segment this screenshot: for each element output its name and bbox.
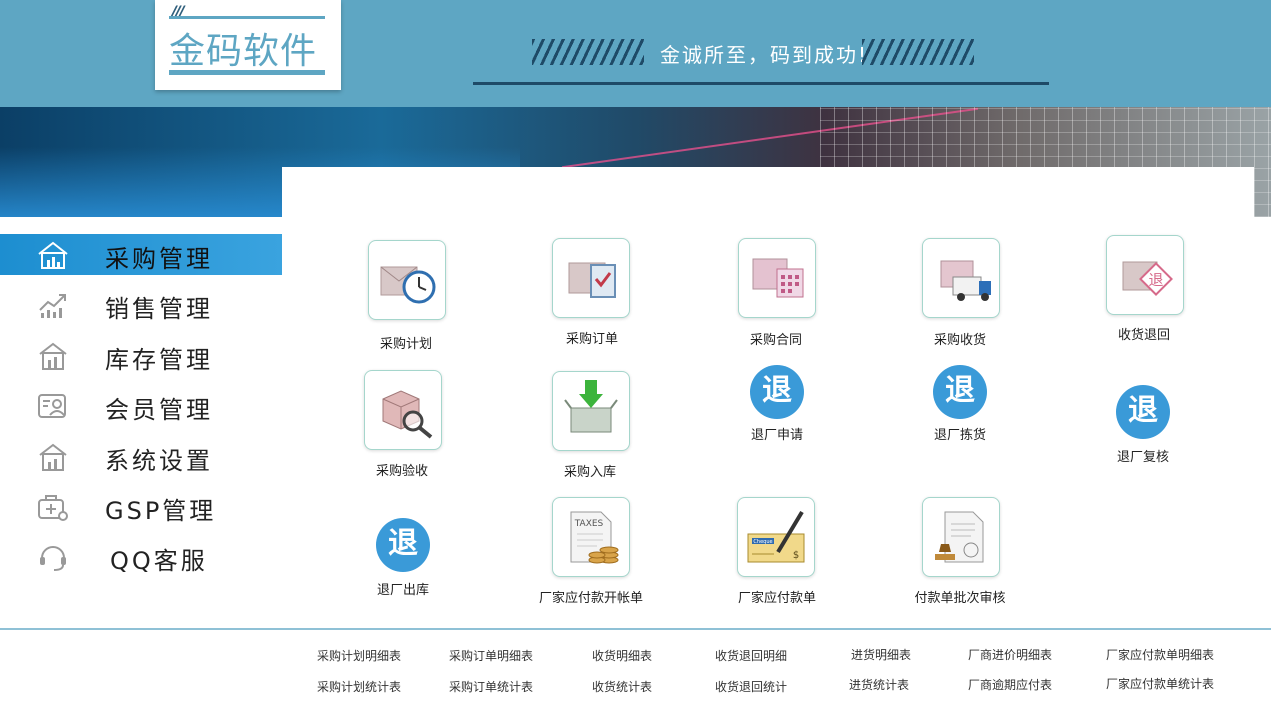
cheque-pen-icon: Cheque $ (737, 497, 815, 577)
module-label: 退厂申请 (750, 428, 803, 443)
medical-bag-icon (38, 495, 68, 521)
sidebar-item-settings[interactable]: 系统设置 (0, 436, 282, 477)
headset-icon (40, 546, 66, 571)
sidebar-item-label: 系统设置 (105, 447, 213, 475)
module-label: 采购计划 (379, 337, 432, 352)
sidebar-item-purchase[interactable]: 采购管理 (0, 234, 282, 275)
module-label: 收货退回 (1117, 328, 1170, 343)
return-circle-icon: 退 (750, 365, 804, 419)
sidebar-item-label: 会员管理 (105, 396, 213, 424)
sidebar-item-sales[interactable]: 销售管理 (0, 284, 282, 325)
box-magnifier-icon (364, 370, 442, 450)
taxes-coins-icon: TAXES (552, 497, 630, 577)
slogan: 金诚所至，码到成功! (474, 34, 1049, 74)
module-label: 采购订单 (565, 332, 618, 347)
logo-bottom-line (169, 70, 325, 75)
sidebar-item-members[interactable]: 会员管理 (0, 385, 282, 426)
sidebar-item-label: GSP管理 (105, 497, 217, 525)
sidebar-item-label: 库存管理 (105, 346, 213, 374)
report-link[interactable]: 收货退回明细 (715, 647, 787, 664)
sidebar-item-label: QQ客服 (110, 547, 208, 575)
module-label: 退厂拣货 (933, 428, 986, 443)
sidebar-item-qq[interactable]: QQ客服 (0, 536, 282, 577)
report-link[interactable]: 采购计划统计表 (317, 678, 401, 695)
return-circle-icon: 退 (1116, 385, 1170, 439)
report-link[interactable]: 收货明细表 (592, 647, 652, 664)
report-link[interactable]: 收货退回统计 (715, 678, 787, 695)
sidebar-item-label: 销售管理 (105, 295, 213, 323)
report-link[interactable]: 采购订单明细表 (449, 647, 533, 664)
envelope-return-icon: 退 (1106, 235, 1184, 315)
sidebar-item-inventory[interactable]: 库存管理 (0, 335, 282, 376)
report-link[interactable]: 收货统计表 (592, 678, 652, 695)
report-link[interactable]: 进货统计表 (849, 676, 909, 693)
header-bar: /// 金码软件 金诚所至，码到成功! (0, 0, 1271, 107)
trend-chart-icon (39, 294, 66, 318)
svg-text:Cheque: Cheque (753, 539, 772, 545)
module-label: 采购入库 (563, 465, 616, 480)
svg-text:退: 退 (1148, 271, 1163, 289)
module-label: 退厂出库 (376, 583, 429, 598)
slogan-text: 金诚所至，码到成功! (660, 43, 869, 67)
footer-divider (0, 628, 1271, 630)
report-link[interactable]: 厂商逾期应付表 (968, 676, 1052, 693)
document-stamp-icon (922, 497, 1000, 577)
svg-text:$: $ (793, 550, 799, 561)
module-label: 采购合同 (749, 333, 802, 348)
report-link[interactable]: 进货明细表 (851, 646, 911, 663)
slogan-hatch-right (862, 39, 974, 65)
logo-top-line (169, 16, 325, 19)
report-link[interactable]: 采购订单统计表 (449, 678, 533, 695)
envelope-truck-icon (922, 238, 1000, 318)
module-label: 付款单批次审核 (914, 591, 1006, 606)
return-circle-icon: 退 (933, 365, 987, 419)
slogan-underline (473, 82, 1049, 85)
module-label: 退厂复核 (1116, 450, 1169, 465)
box-arrow-in-icon (552, 371, 630, 451)
sidebar-item-label: 采购管理 (105, 245, 213, 273)
report-link[interactable]: 厂商进价明细表 (968, 646, 1052, 663)
module-label: 厂家应付款开帐单 (538, 591, 643, 606)
member-card-icon (38, 394, 66, 418)
home-chart-icon (38, 241, 68, 269)
module-label: 厂家应付款单 (737, 591, 816, 606)
logo[interactable]: /// 金码软件 (155, 0, 341, 90)
logo-text: 金码软件 (169, 31, 318, 72)
slogan-hatch-left (532, 39, 644, 65)
report-link[interactable]: 采购计划明细表 (317, 647, 401, 664)
warehouse-icon (39, 342, 67, 370)
envelope-clock-icon (368, 240, 446, 320)
return-circle-icon: 退 (376, 518, 430, 572)
sidebar-item-gsp[interactable]: GSP管理 (0, 486, 282, 527)
settings-building-icon (39, 443, 67, 471)
module-label: 采购验收 (375, 464, 428, 479)
envelope-order-icon (552, 238, 630, 318)
sidebar: 采购管理 销售管理 库存管理 会员管理 系统设置 GSP管理 QQ客服 (0, 217, 282, 630)
report-link[interactable]: 厂家应付款单统计表 (1106, 675, 1214, 692)
svg-text:TAXES: TAXES (574, 519, 604, 529)
report-link[interactable]: 厂家应付款单明细表 (1106, 646, 1214, 663)
envelope-calendar-icon (738, 238, 816, 318)
module-label: 采购收货 (933, 333, 986, 348)
